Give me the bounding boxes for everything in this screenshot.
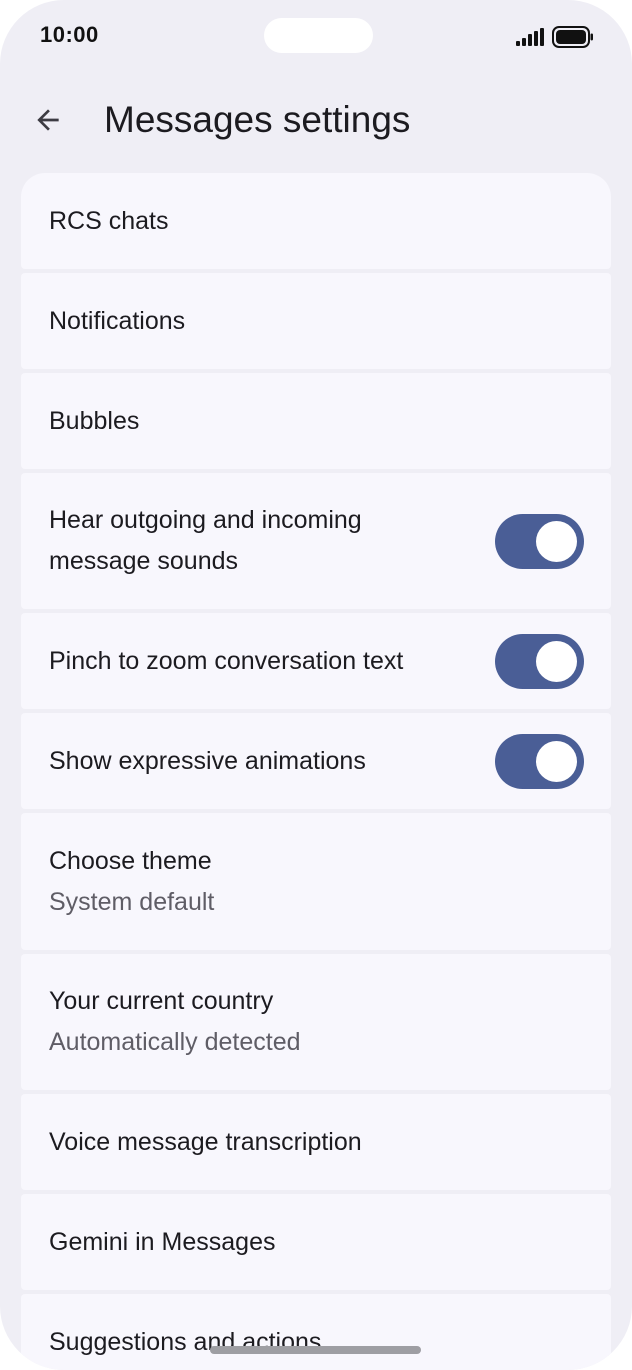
setting-subtitle: System default	[49, 887, 215, 916]
toggle-knob	[536, 740, 577, 782]
toggle-knob	[536, 640, 577, 682]
cellular-signal-icon	[516, 28, 544, 46]
setting-rcs-chats[interactable]: RCS chats	[21, 173, 611, 269]
setting-gemini-in-messages[interactable]: Gemini in Messages	[21, 1194, 611, 1290]
setting-expressive-animations[interactable]: Show expressive animations	[21, 713, 611, 809]
setting-subtitle: Automatically detected	[49, 1028, 301, 1056]
setting-choose-theme[interactable]: Choose theme System default	[21, 813, 611, 950]
camera-notch	[264, 18, 373, 53]
setting-title-line-2: message sounds	[49, 547, 239, 575]
toggle-knob	[536, 520, 577, 562]
expressive-animations-toggle[interactable]	[495, 733, 584, 789]
setting-title: Voice message transcription	[49, 1127, 362, 1156]
setting-notifications[interactable]: Notifications	[21, 273, 611, 369]
setting-title: Gemini in Messages	[49, 1227, 276, 1256]
setting-title-line-1: Hear outgoing and incoming	[49, 506, 362, 534]
back-button[interactable]	[24, 96, 72, 144]
status-bar: 10:00	[0, 0, 632, 74]
arrow-back-icon	[37, 109, 59, 131]
setting-title: Bubbles	[49, 406, 140, 435]
setting-title: Notifications	[49, 306, 186, 335]
settings-list: RCS chats Notifications Bubbles Hear out…	[21, 173, 611, 1370]
home-indicator[interactable]	[210, 1346, 421, 1354]
setting-title: Suggestions and actions	[49, 1327, 322, 1356]
message-sounds-toggle[interactable]	[495, 513, 584, 569]
setting-suggestions-and-actions[interactable]: Suggestions and actions	[21, 1294, 611, 1370]
setting-title: RCS chats	[49, 206, 169, 235]
status-time: 10:00	[40, 22, 99, 47]
setting-bubbles[interactable]: Bubbles	[21, 373, 611, 469]
setting-title: Pinch to zoom conversation text	[49, 646, 404, 675]
setting-pinch-to-zoom[interactable]: Pinch to zoom conversation text	[21, 613, 611, 709]
pinch-to-zoom-toggle[interactable]	[495, 633, 584, 689]
setting-title: Show expressive animations	[49, 746, 366, 775]
setting-title: Your current country	[49, 987, 274, 1015]
phone-screen: 10:00 Messages settings RCS chats Notifi…	[0, 0, 632, 1370]
setting-message-sounds[interactable]: Hear outgoing and incoming message sound…	[21, 473, 611, 609]
setting-title: Choose theme	[49, 846, 212, 875]
setting-current-country[interactable]: Your current country Automatically detec…	[21, 954, 611, 1090]
page-title: Messages settings	[104, 99, 411, 140]
setting-voice-transcription[interactable]: Voice message transcription	[21, 1094, 611, 1190]
top-app-bar: Messages settings	[0, 88, 632, 152]
battery-full-icon	[552, 26, 593, 48]
